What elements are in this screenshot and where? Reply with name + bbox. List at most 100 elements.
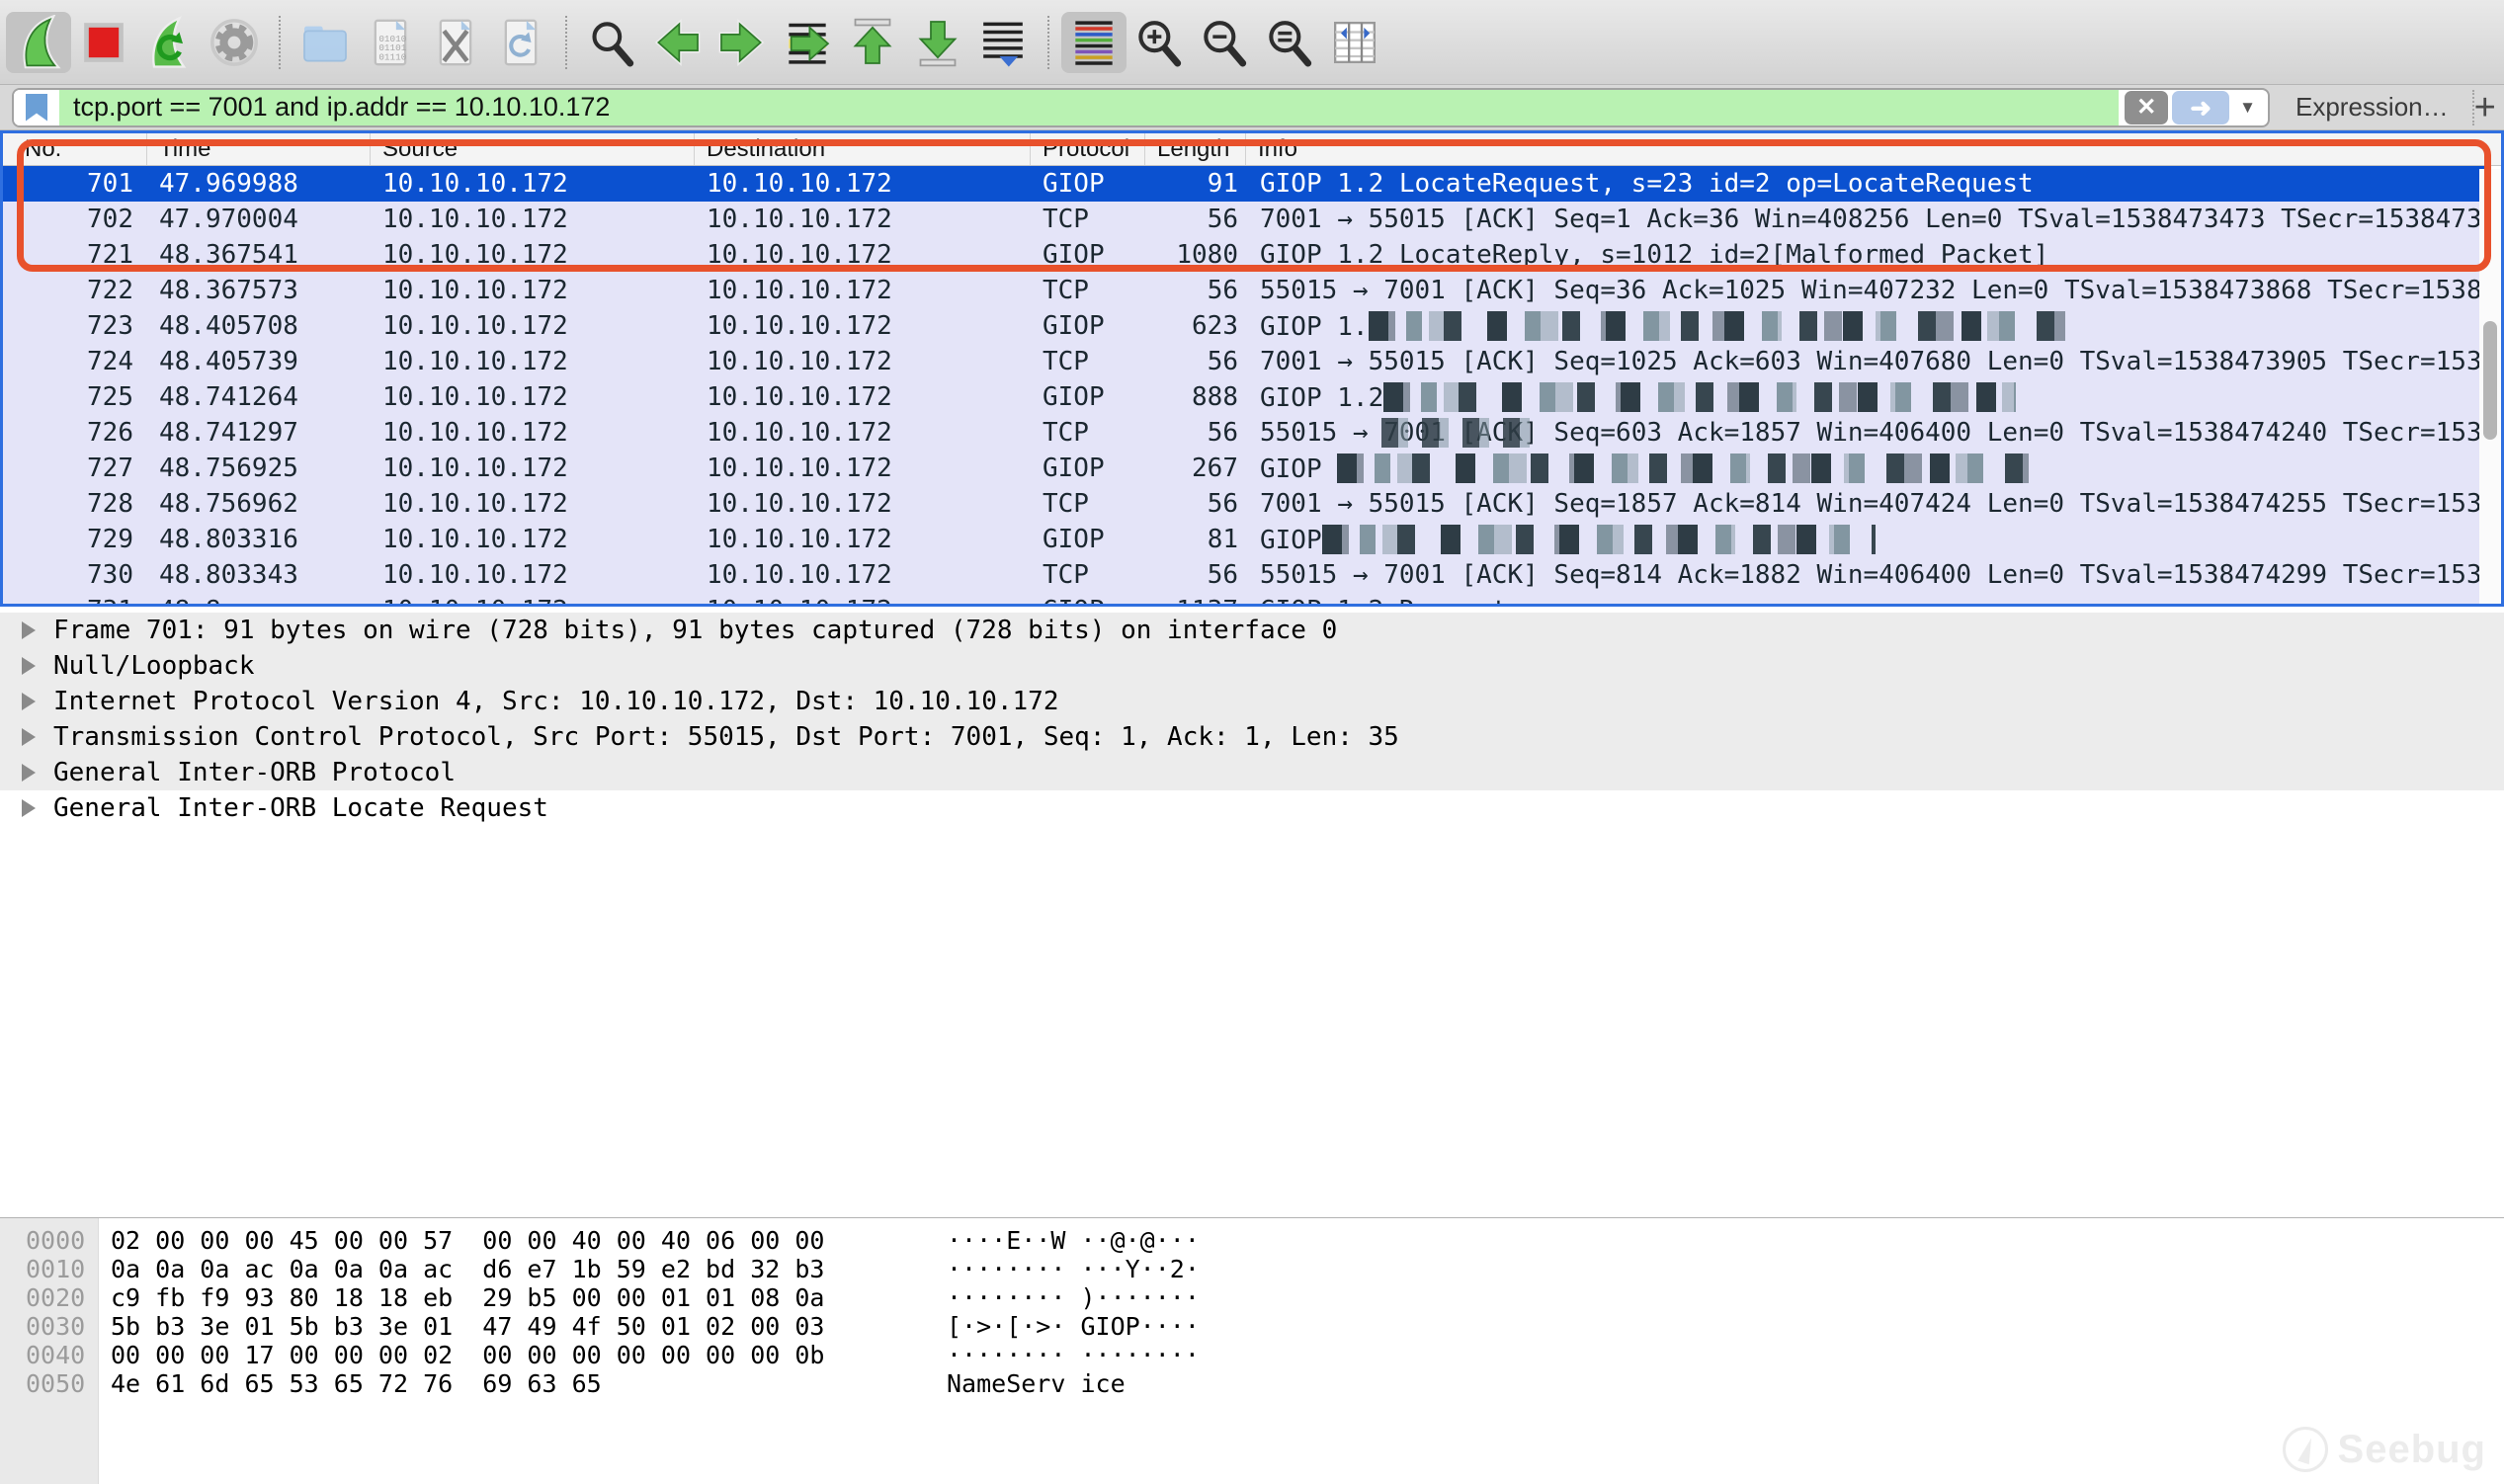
column-header-info[interactable]: Info	[1246, 133, 2501, 165]
hex-row[interactable]: 00305b b3 3e 01 5b b3 3e 01 47 49 4f 50 …	[0, 1312, 2504, 1341]
go-to-packet-button[interactable]	[775, 12, 840, 73]
auto-scroll-button[interactable]	[970, 12, 1036, 73]
packet-row[interactable]: 72648.74129710.10.10.17210.10.10.172TCP5…	[3, 415, 2485, 451]
column-header-no[interactable]: No.	[3, 133, 147, 165]
resize-columns-button[interactable]	[1322, 12, 1387, 73]
packet-row[interactable]: 72248.36757310.10.10.17210.10.10.172TCP5…	[3, 273, 2485, 308]
packet-row[interactable]: 70147.96998810.10.10.17210.10.10.172GIOP…	[3, 166, 2485, 202]
zoom-in-button[interactable]	[1127, 12, 1192, 73]
zoom-out-button[interactable]	[1192, 12, 1257, 73]
last-packet-button[interactable]	[905, 12, 970, 73]
cell-time: 48.803316	[147, 525, 371, 554]
cell-dst: 10.10.10.172	[695, 169, 1031, 199]
filter-dropdown-caret-icon[interactable]: ▼	[2229, 98, 2268, 118]
gear-icon	[207, 15, 262, 70]
cell-proto: TCP	[1031, 560, 1145, 590]
hex-row[interactable]: 00504e 61 6d 65 53 65 72 76 69 63 65Name…	[0, 1369, 2504, 1398]
close-file-button[interactable]	[423, 12, 488, 73]
filter-bookmark-button[interactable]	[14, 90, 59, 125]
hex-ascii: NameServ ice	[947, 1369, 1126, 1398]
expand-triangle-icon[interactable]	[22, 764, 36, 782]
cell-proto: TCP	[1031, 205, 1145, 234]
hex-row[interactable]: 0010 0a 0a 0a ac 0a 0a 0a ac d6 e7 1b 59 …	[0, 1255, 2504, 1283]
cell-dst: 10.10.10.172	[695, 525, 1031, 554]
filter-apply-button[interactable]: ➜	[2172, 91, 2229, 124]
zoom-reset-button[interactable]	[1257, 12, 1322, 73]
cell-proto: GIOP	[1031, 525, 1145, 554]
reload-file-button[interactable]	[488, 12, 553, 73]
cell-src: 10.10.10.172	[371, 169, 695, 199]
cell-proto: TCP	[1031, 418, 1145, 448]
colorize-button[interactable]	[1061, 12, 1127, 73]
start-capture-button[interactable]	[6, 12, 71, 73]
column-header-destination[interactable]: Destination	[695, 133, 1031, 165]
info-text: GIOP 1.2	[1260, 383, 1383, 413]
restart-capture-button[interactable]	[136, 12, 202, 73]
hex-dump-pane: 000002 00 00 00 45 00 00 57 00 00 40 00 …	[0, 1217, 2504, 1484]
info-text: GIOP	[1260, 526, 1322, 555]
detail-line-giop-locate[interactable]: General Inter-ORB Locate Request	[0, 790, 2504, 826]
packet-list-pane: No. Time Source Destination Protocol Len…	[0, 130, 2504, 607]
expand-triangle-icon[interactable]	[22, 693, 36, 710]
detail-line-tcp[interactable]: Transmission Control Protocol, Src Port:…	[0, 719, 2504, 755]
packet-row[interactable]: 72548.74126410.10.10.17210.10.10.172GIOP…	[3, 379, 2485, 415]
first-packet-button[interactable]	[840, 12, 905, 73]
cell-len: 1137	[1145, 596, 1246, 604]
expand-triangle-icon[interactable]	[22, 728, 36, 746]
cell-dst: 10.10.10.172	[695, 276, 1031, 305]
capture-options-button[interactable]	[202, 12, 267, 73]
detail-text: Transmission Control Protocol, Src Port:…	[53, 722, 1399, 752]
packet-row[interactable]: 73048.80334310.10.10.17210.10.10.172TCP5…	[3, 557, 2485, 593]
cell-dst: 10.10.10.172	[695, 347, 1031, 376]
packet-row[interactable]: 72148.36754110.10.10.17210.10.10.172GIOP…	[3, 237, 2485, 273]
add-filter-button[interactable]: +	[2474, 89, 2504, 126]
open-file-button[interactable]	[292, 12, 358, 73]
hex-row[interactable]: 0020c9 fb f9 93 80 18 18 eb 29 b5 00 00 …	[0, 1283, 2504, 1312]
expand-triangle-icon[interactable]	[22, 657, 36, 675]
detail-text: Internet Protocol Version 4, Src: 10.10.…	[53, 687, 1058, 716]
cell-info: GIOP	[1246, 453, 2485, 484]
info-text: Seq=603 Ack=1857 Win=406400 Len=0 TSval=…	[1539, 418, 2485, 448]
restart-icon	[141, 15, 197, 70]
next-packet-button[interactable]	[709, 12, 775, 73]
cell-time: 47.969988	[147, 169, 371, 199]
hex-bytes: 0a 0a 0a ac 0a 0a 0a ac d6 e7 1b 59 e2 b…	[111, 1255, 862, 1283]
column-header-length[interactable]: Length	[1145, 133, 1246, 165]
packet-row[interactable]: 72848.75696210.10.10.17210.10.10.172TCP5…	[3, 486, 2485, 522]
hex-row[interactable]: 004000 00 00 17 00 00 00 02 00 00 00 00 …	[0, 1341, 2504, 1369]
packet-list-scrollbar[interactable]	[2479, 169, 2501, 604]
expression-button[interactable]: Expression…	[2295, 92, 2449, 123]
detail-line-loopback[interactable]: Null/Loopback	[0, 648, 2504, 684]
packet-row[interactable]: 70247.97000410.10.10.17210.10.10.172TCP5…	[3, 202, 2485, 237]
hex-ascii: [·>·[·>· GIOP····	[947, 1312, 1200, 1341]
cell-no: 729	[3, 525, 147, 554]
detail-line-giop[interactable]: General Inter-ORB Protocol	[0, 755, 2504, 790]
previous-packet-button[interactable]	[644, 12, 709, 73]
detail-line-frame[interactable]: Frame 701: 91 bytes on wire (728 bits), …	[0, 613, 2504, 648]
cell-info: GIOP 1.2 LocateReply, s=1012 id=2[Malfor…	[1246, 240, 2485, 270]
packet-row[interactable]: 72748.75692510.10.10.17210.10.10.172GIOP…	[3, 451, 2485, 486]
cell-dst: 10.10.10.172	[695, 205, 1031, 234]
find-packet-button[interactable]	[579, 12, 644, 73]
column-header-source[interactable]: Source	[371, 133, 695, 165]
save-file-button[interactable]: 010100110101110	[358, 12, 423, 73]
column-header-protocol[interactable]: Protocol	[1031, 133, 1145, 165]
filter-input[interactable]	[59, 90, 2119, 125]
expand-triangle-icon[interactable]	[22, 621, 36, 639]
column-header-time[interactable]: Time	[147, 133, 371, 165]
hex-offset: 0010	[0, 1255, 99, 1283]
expand-triangle-icon[interactable]	[22, 799, 36, 817]
stop-capture-button[interactable]	[71, 12, 136, 73]
hex-ascii: ········ ········	[947, 1341, 1200, 1369]
filter-clear-button[interactable]: ✕	[2125, 91, 2168, 124]
go-to-bottom-icon	[910, 15, 965, 70]
hex-row[interactable]: 000002 00 00 00 45 00 00 57 00 00 40 00 …	[0, 1226, 2504, 1255]
hex-rows: 000002 00 00 00 45 00 00 57 00 00 40 00 …	[0, 1226, 2504, 1398]
packet-row[interactable]: 72448.40573910.10.10.17210.10.10.172TCP5…	[3, 344, 2485, 379]
packet-row[interactable]: 72348.40570810.10.10.17210.10.10.172GIOP…	[3, 308, 2485, 344]
scrollbar-thumb[interactable]	[2483, 321, 2497, 440]
packet-row[interactable]: 73148.810.10.10.17210.10.10.172GIOP1137G…	[3, 593, 2485, 604]
detail-line-ip[interactable]: Internet Protocol Version 4, Src: 10.10.…	[0, 684, 2504, 719]
toolbar-separator	[1047, 16, 1049, 69]
packet-row[interactable]: 72948.80331610.10.10.17210.10.10.172GIOP…	[3, 522, 2485, 557]
